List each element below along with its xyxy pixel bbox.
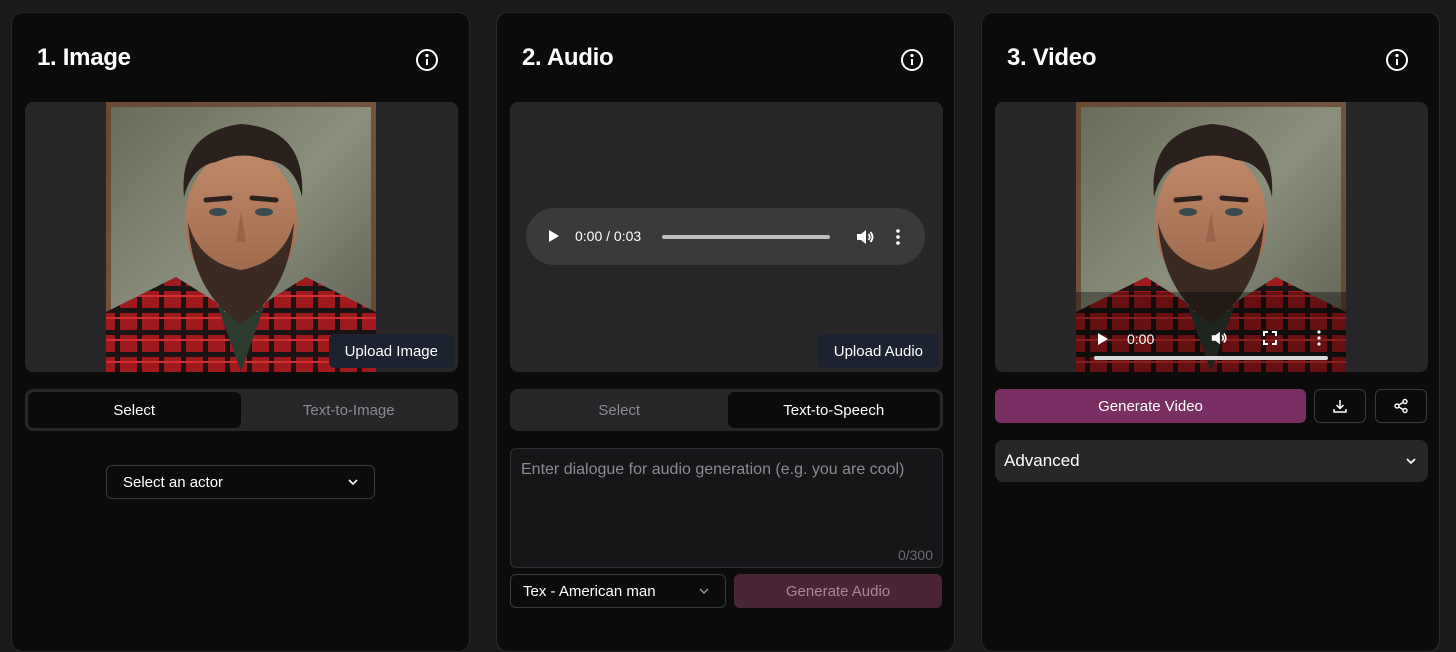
panel-title: 1. Image [37,44,131,71]
image-source-tabs: Select Text-to-Image [25,389,458,431]
video-preview: 0:00 [995,102,1428,372]
panel-title: 3. Video [1007,44,1097,71]
advanced-label: Advanced [1004,451,1080,470]
actor-select[interactable]: Select an actor [106,465,375,499]
audio-preview: 0:00 / 0:03 Upload Audio [510,102,943,372]
share-icon [1394,398,1408,414]
tab-select[interactable]: Select [513,392,726,428]
volume-icon[interactable] [1210,329,1228,347]
more-vertical-icon[interactable] [894,227,902,247]
audio-time: 0:00 / 0:03 [575,228,642,244]
voice-select-value: Tex - American man [523,582,656,600]
image-panel: 1. Image Upload Image Select Text-to-Ima… [11,12,470,652]
download-button[interactable] [1314,389,1366,423]
fullscreen-icon[interactable] [1263,331,1277,345]
volume-icon[interactable] [855,227,875,247]
video-panel: 3. Video 0:00 Generate Video Advanced [981,12,1440,652]
chevron-down-icon [699,588,709,594]
video-time: 0:00 [1127,331,1155,347]
chevron-down-icon [348,479,358,486]
generate-audio-button[interactable]: Generate Audio [734,574,942,608]
image-preview: Upload Image [25,102,458,372]
tab-text-to-speech[interactable]: Text-to-Speech [727,392,940,428]
audio-player: 0:00 / 0:03 [526,208,925,265]
chevron-down-icon [1406,458,1416,465]
actor-select-value: Select an actor [123,473,224,491]
upload-image-button[interactable]: Upload Image [328,334,454,368]
download-icon [1333,400,1347,413]
info-icon[interactable] [900,48,924,72]
video-controls: 0:00 [1076,302,1346,372]
tab-select[interactable]: Select [28,392,241,428]
share-button[interactable] [1375,389,1427,423]
audio-progress-track[interactable] [662,235,830,239]
video-progress-track[interactable] [1094,356,1328,360]
info-icon[interactable] [1385,48,1409,72]
tab-text-to-image[interactable]: Text-to-Image [243,392,456,428]
audio-panel: 2. Audio 0:00 / 0:03 Upload Audio Select… [496,12,955,652]
info-icon[interactable] [415,48,439,72]
upload-audio-button[interactable]: Upload Audio [817,334,939,368]
portrait-image [106,102,376,372]
voice-select[interactable]: Tex - American man [510,574,726,608]
advanced-accordion[interactable]: Advanced [995,440,1428,482]
char-count: 0/300 [897,547,933,563]
more-vertical-icon[interactable] [1316,329,1322,347]
play-icon[interactable] [548,229,560,243]
generate-video-button[interactable]: Generate Video [995,389,1306,423]
audio-source-tabs: Select Text-to-Speech [510,389,943,431]
play-icon[interactable] [1098,333,1108,345]
panel-title: 2. Audio [522,44,614,71]
dialogue-input[interactable] [510,448,943,568]
